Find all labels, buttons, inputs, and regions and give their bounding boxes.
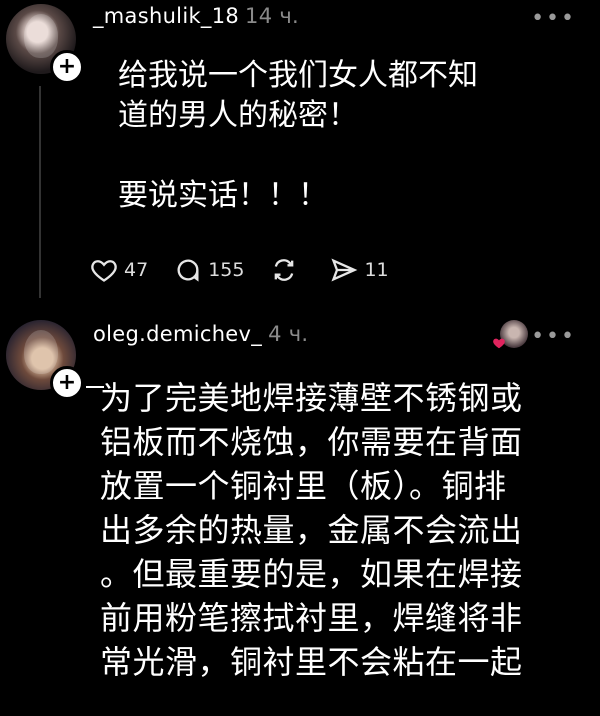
- thread-line: [39, 86, 41, 298]
- post-text: 给我说一个我们女人都不知 道的男人的秘密！ 要说实话！！！: [118, 58, 478, 213]
- post-header: _mashulik_18 14 ч.: [93, 4, 299, 28]
- heart-icon: [91, 260, 117, 282]
- username[interactable]: _mashulik_18: [93, 4, 239, 28]
- post-header: oleg.demichev_ 4 ч.: [93, 322, 308, 346]
- repost-button[interactable]: [270, 256, 304, 284]
- like-button[interactable]: 47: [90, 256, 148, 284]
- share-count: 11: [364, 259, 389, 281]
- comment-count: 155: [208, 259, 245, 281]
- action-bar: 47 155 11: [90, 256, 415, 284]
- post-text: 为了完美地焊接薄壁不锈钢或 铝板而不烧蚀，你需要在背面 放置一个铜衬里（板）。铜…: [100, 379, 523, 681]
- username[interactable]: oleg.demichev_: [93, 322, 262, 346]
- timestamp: 4 ч.: [268, 322, 309, 346]
- post-mashulik: + _mashulik_18 14 ч. ••• 给我说一个我们女人都不知 道的男…: [0, 0, 600, 310]
- repost-icon: [275, 259, 294, 281]
- follow-plus-icon[interactable]: +: [50, 50, 84, 84]
- more-options-icon[interactable]: •••: [531, 324, 576, 349]
- follow-plus-icon[interactable]: +: [50, 366, 84, 400]
- post-oleg: + oleg.demichev_ 4 ч. ••• 为了完美地焊接薄壁不锈钢或 铝…: [0, 310, 600, 716]
- comment-button[interactable]: 155: [174, 256, 244, 284]
- share-button[interactable]: 11: [330, 256, 389, 284]
- comment-icon: [177, 259, 199, 282]
- more-options-icon[interactable]: •••: [531, 6, 576, 31]
- timestamp: 14 ч.: [245, 4, 300, 28]
- send-icon: [331, 258, 358, 282]
- like-count: 47: [124, 259, 149, 281]
- heart-badge-icon: [493, 338, 505, 349]
